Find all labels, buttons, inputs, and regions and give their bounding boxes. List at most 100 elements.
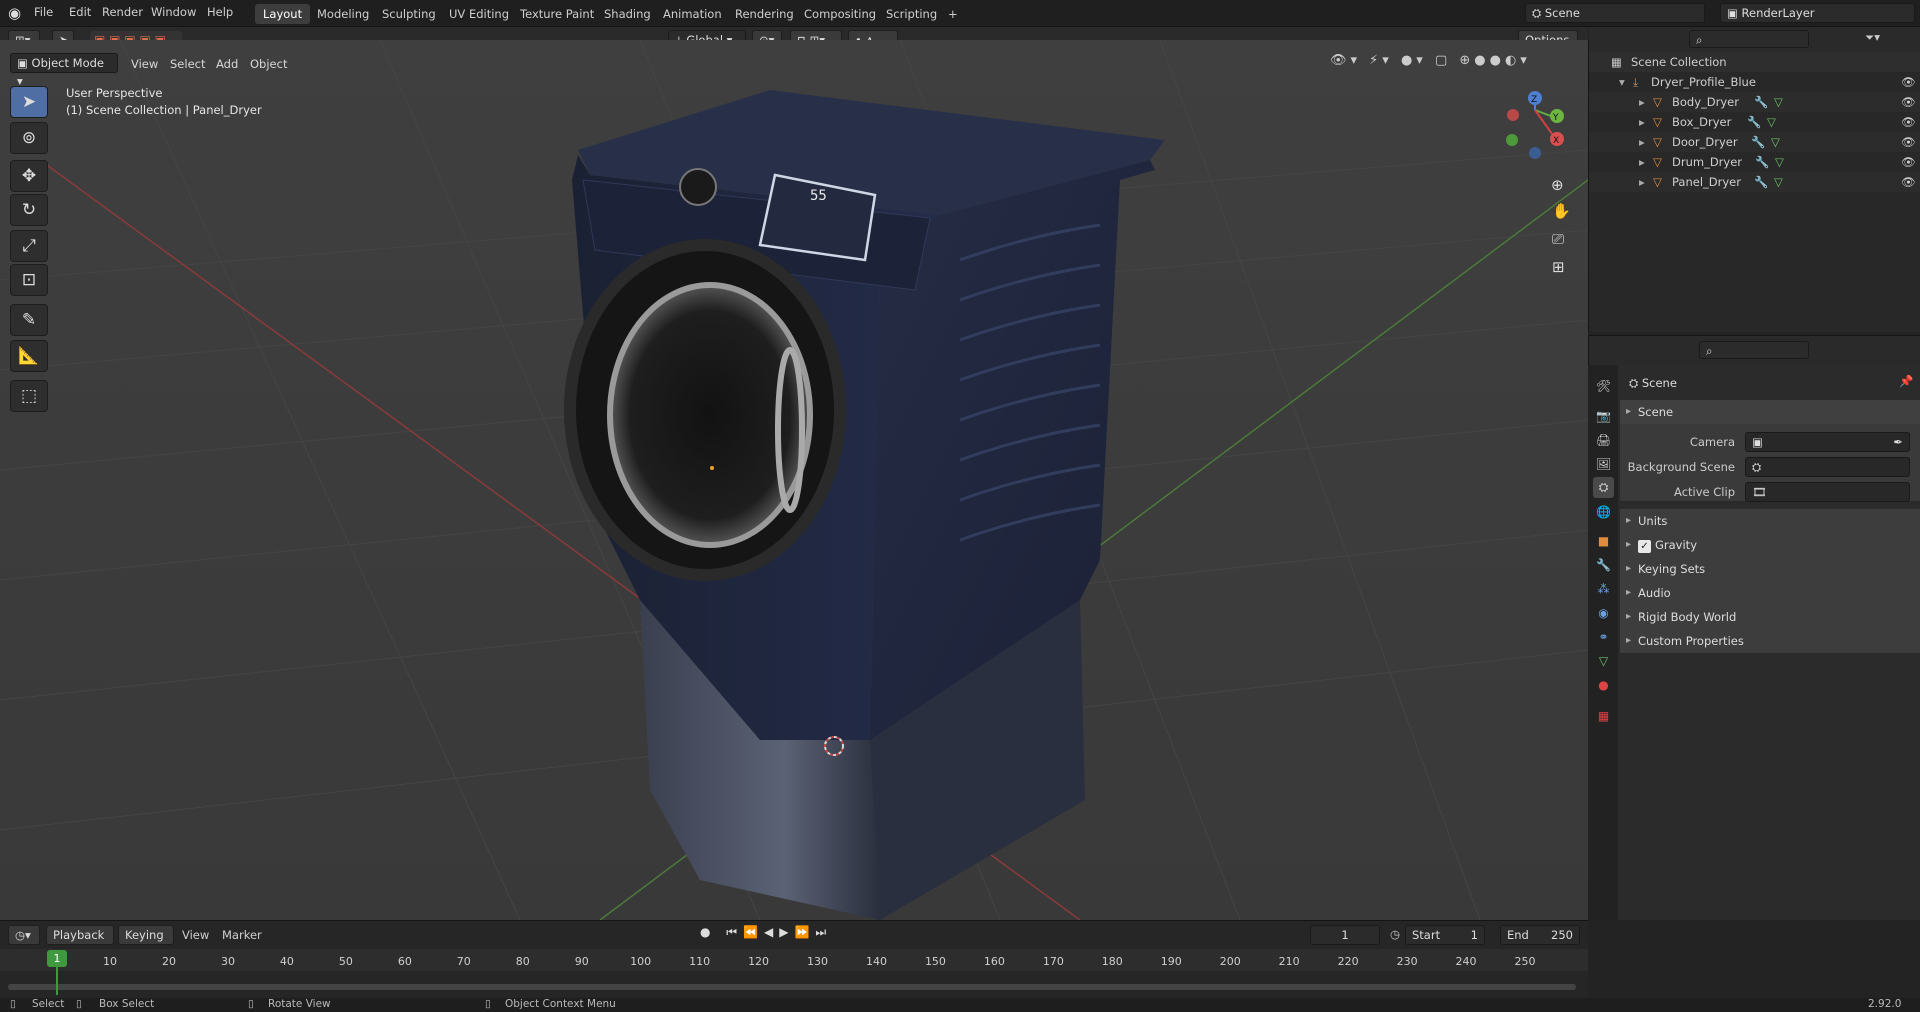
menu-object[interactable]: Object — [250, 57, 287, 71]
menu-window[interactable]: Window — [151, 5, 196, 19]
timeline-editor-type[interactable]: ◷▾ — [8, 925, 40, 945]
timeline-view-menu[interactable]: View — [182, 928, 209, 942]
camera-view-icon[interactable]: ⎚ — [1552, 230, 1564, 248]
outliner-row-box-dryer[interactable]: ▸ ▽ Box_Dryer 🔧 ▽ 👁 — [1589, 112, 1920, 132]
units-panel[interactable]: Units — [1620, 509, 1920, 534]
menu-render[interactable]: Render — [102, 5, 143, 19]
material-tab-icon[interactable]: ● — [1593, 674, 1614, 695]
add-workspace-icon[interactable]: + — [940, 4, 966, 24]
gravity-checkbox[interactable]: ✓ — [1638, 540, 1651, 553]
tab-rendering[interactable]: Rendering — [727, 4, 802, 24]
timeline-marker-menu[interactable]: Marker — [222, 928, 262, 942]
menu-select[interactable]: Select — [170, 57, 205, 71]
object-tab-icon[interactable]: ■ — [1593, 530, 1614, 551]
render-tab-icon[interactable]: 📷 — [1593, 405, 1614, 426]
mouse-right-icon: ▯ — [485, 998, 491, 1010]
tab-texture-paint[interactable]: Texture Paint — [512, 4, 602, 24]
expand-icon[interactable]: ▾ — [1619, 72, 1625, 92]
mouse-drag-icon: ▯ — [76, 998, 82, 1010]
annotate-tool-icon[interactable]: ✎ — [10, 304, 48, 336]
rotate-tool-icon[interactable]: ↻ — [10, 194, 48, 226]
tool-tab-icon[interactable]: 🛠 — [1593, 375, 1614, 396]
tab-modeling[interactable]: Modeling — [309, 4, 377, 24]
particles-tab-icon[interactable]: ⁂ — [1593, 578, 1614, 599]
current-frame-field[interactable]: 1 — [1310, 925, 1380, 945]
menu-view[interactable]: View — [131, 57, 158, 71]
rigid-body-world-panel[interactable]: Rigid Body World — [1620, 605, 1920, 630]
menu-help[interactable]: Help — [207, 5, 233, 19]
physics-tab-icon[interactable]: ◉ — [1593, 602, 1614, 623]
outliner-row-panel-dryer[interactable]: ▸ ▽ Panel_Dryer 🔧 ▽ 👁 — [1589, 172, 1920, 192]
view-layer-selector[interactable]: ▣ RenderLayer — [1720, 3, 1915, 23]
keying-menu[interactable]: Keying ▾ — [118, 925, 174, 960]
camera-field[interactable]: ▣ ✒ — [1745, 432, 1910, 452]
visibility-eye-icon[interactable]: 👁 — [1901, 172, 1916, 192]
tab-sculpting[interactable]: Sculpting — [374, 4, 444, 24]
tab-shading[interactable]: Shading — [596, 4, 659, 24]
current-frame-indicator[interactable]: 1 — [47, 950, 67, 967]
ortho-grid-icon[interactable]: ⊞ — [1552, 258, 1565, 276]
outliner-search[interactable]: ⌕ — [1689, 30, 1809, 48]
object-label: Body_Dryer — [1672, 95, 1739, 109]
menu-edit[interactable]: Edit — [69, 5, 91, 19]
pan-hand-icon[interactable]: ✋ — [1552, 202, 1571, 220]
background-scene-field[interactable]: ⛭ — [1745, 457, 1910, 477]
audio-panel[interactable]: Audio — [1620, 581, 1920, 606]
scale-tool-icon[interactable]: ⤢ — [10, 230, 48, 262]
playback-menu[interactable]: Playback ▾ — [46, 925, 114, 960]
cursor-tool-icon[interactable]: ⊚ — [10, 122, 48, 154]
3d-viewport[interactable]: 55 Z Y X User Perspective (1) Scene Coll… — [0, 40, 1588, 920]
playback-controls[interactable]: ● ⏮⏪◀▶⏩⏭ — [700, 925, 860, 945]
visibility-eye-icon[interactable]: 👁 — [1901, 112, 1916, 132]
select-box-tool-icon[interactable]: ➤ — [10, 86, 48, 118]
constraints-tab-icon[interactable]: ⚭ — [1593, 626, 1614, 647]
tab-uv-editing[interactable]: UV Editing — [441, 4, 517, 24]
tab-animation[interactable]: Animation — [655, 4, 730, 24]
custom-properties-panel[interactable]: Custom Properties — [1620, 629, 1920, 654]
outliner-row-door-dryer[interactable]: ▸ ▽ Door_Dryer 🔧 ▽ 👁 — [1589, 132, 1920, 152]
tab-scripting[interactable]: Scripting — [878, 4, 945, 24]
mode-select[interactable]: ▣ Object Mode ▾ — [10, 53, 118, 88]
measure-tool-icon[interactable]: 📐 — [10, 340, 48, 372]
world-tab-icon[interactable]: 🌐 — [1593, 501, 1614, 522]
visibility-eye-icon[interactable]: 👁 — [1901, 72, 1916, 92]
pin-icon[interactable]: 📌 — [1899, 374, 1913, 388]
outliner-row-drum-dryer[interactable]: ▸ ▽ Drum_Dryer 🔧 ▽ 👁 — [1589, 152, 1920, 172]
start-frame-field[interactable]: Start 1 — [1405, 925, 1485, 945]
outliner-row-body-dryer[interactable]: ▸ ▽ Body_Dryer 🔧 ▽ 👁 — [1589, 92, 1920, 112]
menu-add[interactable]: Add — [216, 57, 238, 71]
filter-icon[interactable]: ⏷▾ — [1865, 30, 1880, 45]
visibility-eye-icon[interactable]: 👁 — [1901, 152, 1916, 172]
collection-label: Dryer_Profile_Blue — [1651, 75, 1756, 89]
visibility-eye-icon[interactable]: 👁 — [1901, 92, 1916, 112]
preview-range-icon[interactable]: ◷ — [1390, 927, 1400, 941]
scene-panel-header[interactable]: Scene — [1620, 400, 1920, 424]
add-cube-tool-icon[interactable]: ⬚ — [10, 380, 48, 412]
output-tab-icon[interactable]: 🖨 — [1593, 429, 1614, 450]
properties-search[interactable]: ⌕ — [1699, 341, 1809, 359]
menu-file[interactable]: File — [34, 5, 53, 19]
transform-tool-icon[interactable]: ⊡ — [10, 264, 48, 296]
timeline-scrollbar[interactable] — [8, 984, 1576, 990]
scene-tab-icon[interactable]: ⛭ — [1593, 477, 1614, 498]
view-layer-tab-icon[interactable]: 🖼 — [1593, 453, 1614, 474]
blender-logo-icon[interactable]: ◉ — [8, 4, 28, 24]
data-tab-icon[interactable]: ▽ — [1593, 650, 1614, 671]
gravity-panel[interactable]: ✓ Gravity — [1620, 533, 1920, 558]
scene-selector[interactable]: ⛭ Scene — [1525, 3, 1705, 23]
modifier-tab-icon[interactable]: 🔧 — [1593, 554, 1614, 575]
move-tool-icon[interactable]: ✥ — [10, 160, 48, 192]
active-clip-field[interactable]: 🎞 — [1745, 482, 1910, 502]
tab-layout[interactable]: Layout — [255, 4, 311, 24]
viewport-shading-icons[interactable]: 👁▾ ⚡▾ ●▾ ▢ ⊕●●◐▾ — [1330, 53, 1580, 73]
zoom-icon[interactable]: ⊕ — [1551, 176, 1564, 194]
end-frame-field[interactable]: End 250 — [1500, 925, 1580, 945]
collection-icon: ▦ — [1611, 55, 1622, 69]
texture-tab-icon[interactable]: ▦ — [1593, 705, 1614, 726]
tab-compositing[interactable]: Compositing — [796, 4, 884, 24]
keying-sets-panel[interactable]: Keying Sets — [1620, 557, 1920, 582]
eyedropper-icon[interactable]: ✒ — [1893, 433, 1903, 451]
visibility-eye-icon[interactable]: 👁 — [1901, 132, 1916, 152]
outliner-row-scene-collection[interactable]: ▦ Scene Collection — [1589, 52, 1920, 72]
outliner-row-collection[interactable]: ▾ ⤓ Dryer_Profile_Blue 👁 — [1589, 72, 1920, 92]
